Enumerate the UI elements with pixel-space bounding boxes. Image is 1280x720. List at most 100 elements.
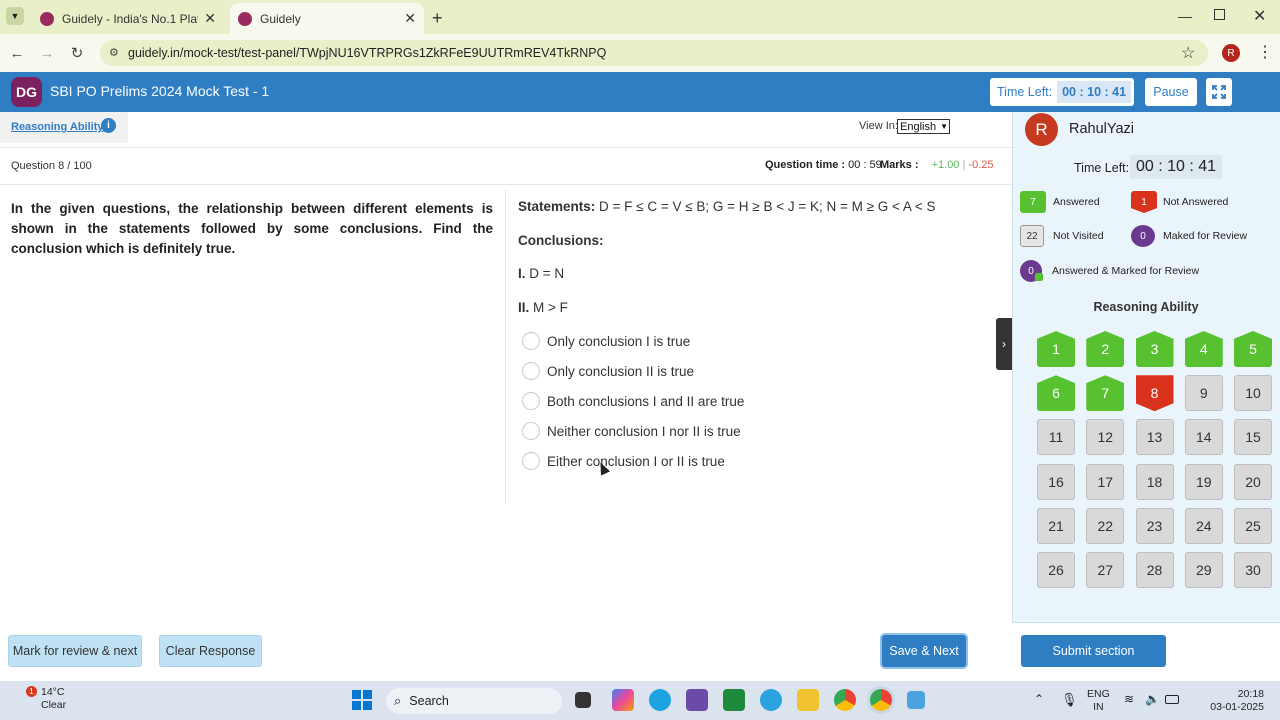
windows-start-icon[interactable] xyxy=(352,690,372,710)
question-palette-button-9[interactable]: 9 xyxy=(1184,375,1223,412)
question-palette-button-26[interactable]: 26 xyxy=(1037,552,1075,588)
close-window-button[interactable]: ✕ xyxy=(1253,6,1266,26)
pause-button[interactable]: Pause xyxy=(1145,78,1197,106)
question-palette-button-14[interactable]: 14 xyxy=(1184,419,1223,456)
marks-positive: +1.00 xyxy=(931,159,960,171)
language-indicator[interactable]: ENG IN xyxy=(1087,688,1110,714)
profile-avatar[interactable]: R xyxy=(1222,44,1240,62)
legend-answered-marked-label: Answered & Marked for Review xyxy=(1052,265,1200,277)
question-palette-button-7[interactable]: 7 xyxy=(1086,375,1125,412)
question-palette-button-28[interactable]: 28 xyxy=(1135,552,1174,588)
question-palette-button-24[interactable]: 24 xyxy=(1184,507,1223,544)
time-left-value: 00 : 10 : 41 xyxy=(1057,81,1132,103)
question-palette-button-1[interactable]: 1 xyxy=(1037,331,1075,367)
option-label: Neither conclusion I nor II is true xyxy=(547,423,741,439)
option-2[interactable]: Only conclusion II is true xyxy=(522,362,694,380)
chevron-up-icon[interactable]: ⌃ xyxy=(1034,692,1044,706)
volume-icon[interactable]: 🔈 xyxy=(1145,692,1160,706)
question-palette-button-8[interactable]: 8 xyxy=(1135,375,1174,412)
reload-button[interactable]: ↻ xyxy=(66,42,88,64)
weather-widget[interactable]: 14°C Clear xyxy=(41,686,66,712)
taskbar-search[interactable]: ⌕ Search xyxy=(386,688,562,714)
forward-button[interactable]: → xyxy=(36,42,58,64)
telegram-icon[interactable] xyxy=(760,689,782,711)
address-bar[interactable]: ⚙ guidely.in/mock-test/test-panel/TWpjNU… xyxy=(100,40,1208,66)
question-palette-button-12[interactable]: 12 xyxy=(1086,419,1125,456)
question-palette-button-10[interactable]: 10 xyxy=(1234,375,1272,412)
language-select[interactable]: English ▼ xyxy=(897,119,950,134)
new-tab-button[interactable]: + xyxy=(432,8,443,29)
option-1[interactable]: Only conclusion I is true xyxy=(522,332,690,350)
browser-menu-icon[interactable]: ⋮ xyxy=(1257,42,1273,62)
mark-review-next-button[interactable]: Mark for review & next xyxy=(8,635,142,667)
question-palette-button-6[interactable]: 6 xyxy=(1037,375,1075,412)
question-palette-button-11[interactable]: 11 xyxy=(1037,419,1075,456)
xbox-icon[interactable] xyxy=(723,689,745,711)
submit-section-button[interactable]: Submit section xyxy=(1021,635,1166,667)
question-palette-button-17[interactable]: 17 xyxy=(1086,463,1125,500)
question-palette-button-4[interactable]: 4 xyxy=(1184,331,1223,367)
radio-button[interactable] xyxy=(522,422,540,440)
question-palette-button-5[interactable]: 5 xyxy=(1234,331,1272,367)
chrome-icon[interactable] xyxy=(834,689,856,711)
conclusion-2-label: II. xyxy=(518,300,530,315)
option-label: Only conclusion I is true xyxy=(547,333,691,349)
back-button[interactable]: ← xyxy=(6,42,28,64)
radio-button[interactable] xyxy=(522,362,540,380)
browser-tab-guidely-platform[interactable]: Guidely - India's No.1 Platform ✕ xyxy=(32,3,224,34)
file-explorer-icon[interactable] xyxy=(797,689,819,711)
question-palette-button-29[interactable]: 29 xyxy=(1184,552,1223,588)
minimize-window-button[interactable]: — xyxy=(1178,8,1192,24)
panel-time-left-label: Time Left: xyxy=(1074,161,1130,175)
question-palette-button-18[interactable]: 18 xyxy=(1135,463,1174,500)
question-palette-button-19[interactable]: 19 xyxy=(1184,463,1223,500)
conclusion-1-label: I. xyxy=(518,266,526,281)
save-next-button[interactable]: Save & Next xyxy=(882,635,966,667)
battery-icon[interactable] xyxy=(1165,695,1179,704)
question-palette-button-16[interactable]: 16 xyxy=(1037,463,1075,500)
info-icon[interactable]: i xyxy=(101,118,116,133)
radio-button[interactable] xyxy=(522,332,540,350)
site-info-icon[interactable]: ⚙ xyxy=(109,46,119,59)
question-palette-button-13[interactable]: 13 xyxy=(1135,419,1174,456)
question-palette-button-30[interactable]: 30 xyxy=(1234,552,1272,588)
tab-list-dropdown-button[interactable]: ▼ xyxy=(6,7,24,25)
radio-button[interactable] xyxy=(522,392,540,410)
question-palette-button-27[interactable]: 27 xyxy=(1086,552,1125,588)
collapse-panel-button[interactable]: › xyxy=(996,318,1012,370)
tab-title: Guidely xyxy=(260,11,301,26)
maximize-window-button[interactable] xyxy=(1214,9,1225,20)
question-palette-button-3[interactable]: 3 xyxy=(1135,331,1174,367)
question-palette-button-15[interactable]: 15 xyxy=(1234,419,1272,456)
option-3[interactable]: Both conclusions I and II are true xyxy=(522,392,744,410)
option-5[interactable]: Either conclusion I or II is true xyxy=(522,452,725,470)
question-palette-button-21[interactable]: 21 xyxy=(1037,507,1075,544)
fullscreen-icon xyxy=(1212,85,1226,99)
section-name[interactable]: Reasoning Ability xyxy=(11,121,104,133)
edge-browser-icon[interactable] xyxy=(649,689,671,711)
radio-button[interactable] xyxy=(522,452,540,470)
question-palette-button-2[interactable]: 2 xyxy=(1086,331,1125,367)
conclusion-1: I. D = N xyxy=(518,266,564,281)
wifi-icon[interactable]: ≋ xyxy=(1124,692,1134,706)
chrome-profile-icon[interactable] xyxy=(870,689,892,711)
snipping-tool-icon[interactable] xyxy=(907,691,925,709)
close-tab-icon[interactable]: ✕ xyxy=(204,10,216,27)
bookmark-star-icon[interactable]: ☆ xyxy=(1181,43,1195,63)
task-view-icon[interactable] xyxy=(575,692,591,708)
clear-response-button[interactable]: Clear Response xyxy=(159,635,262,667)
browser-tab-guidely[interactable]: Guidely ✕ xyxy=(230,3,424,34)
copilot-icon[interactable] xyxy=(612,689,634,711)
question-palette-button-20[interactable]: 20 xyxy=(1234,463,1272,500)
close-tab-icon[interactable]: ✕ xyxy=(404,10,416,27)
instagram-app-icon[interactable] xyxy=(686,689,708,711)
option-4[interactable]: Neither conclusion I nor II is true xyxy=(522,422,741,440)
chevron-right-icon: › xyxy=(1002,337,1006,351)
option-label: Both conclusions I and II are true xyxy=(547,393,745,409)
taskbar-clock[interactable]: 20:18 03-01-2025 xyxy=(1208,688,1264,714)
microphone-icon[interactable]: 🎙 xyxy=(1061,692,1078,708)
question-palette-button-25[interactable]: 25 xyxy=(1234,507,1272,544)
question-palette-button-23[interactable]: 23 xyxy=(1135,507,1174,544)
fullscreen-button[interactable] xyxy=(1206,78,1232,106)
question-palette-button-22[interactable]: 22 xyxy=(1086,507,1125,544)
